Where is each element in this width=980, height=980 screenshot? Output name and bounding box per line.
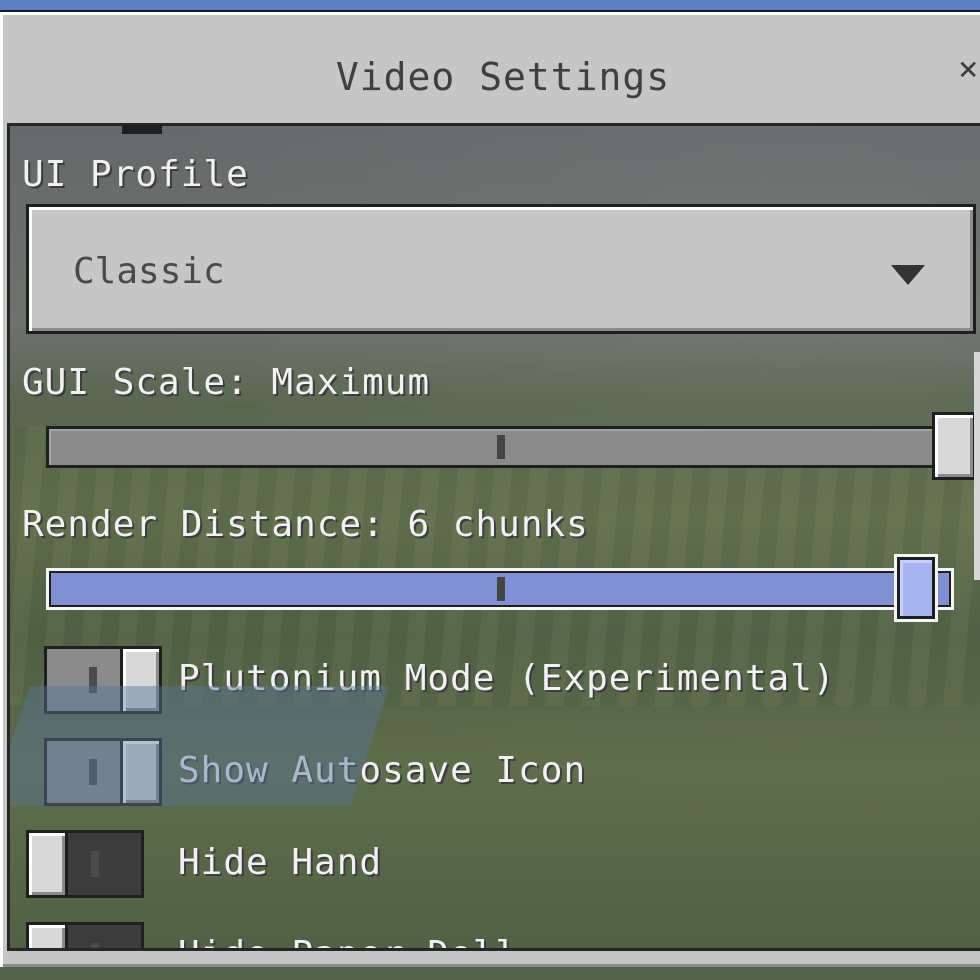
dropdown-arrow-icon (891, 265, 925, 285)
dialog-title: Video Settings (335, 55, 671, 99)
show-autosave-icon-label: Show Autosave Icon (178, 750, 587, 791)
render-distance-slider-track[interactable] (46, 568, 954, 610)
render-distance-label: Render Distance: 6 chunks (22, 504, 589, 545)
settings-scroll-area[interactable]: UI Profile Classic GUI Scale: Maximum Re… (7, 123, 980, 951)
hide-paper-doll-toggle[interactable] (26, 922, 144, 948)
toggle-mark (89, 759, 97, 785)
settings-scrollbar[interactable] (974, 352, 980, 580)
partial-control-handle (122, 126, 162, 134)
ui-profile-label: UI Profile (22, 154, 249, 195)
gui-scale-slider-handle[interactable] (932, 412, 976, 480)
toggle-knob[interactable] (120, 646, 162, 714)
hide-hand-label: Hide Hand (178, 842, 383, 883)
ui-profile-value: Classic (73, 251, 225, 292)
close-icon[interactable]: × (958, 49, 978, 89)
video-settings-screen: Video Settings × UI Profile Classic GUI … (0, 0, 980, 980)
toggle-knob[interactable] (26, 922, 68, 948)
toggle-knob[interactable] (120, 738, 162, 806)
gui-scale-label: GUI Scale: Maximum (22, 362, 431, 403)
top-background-strip (0, 0, 980, 12)
plutonium-mode-label: Plutonium Mode (Experimental) (178, 658, 836, 699)
gui-scale-slider-tick (497, 435, 505, 459)
show-autosave-icon-toggle[interactable] (44, 738, 162, 806)
render-distance-slider-tick (497, 577, 505, 601)
render-distance-slider-handle[interactable] (894, 554, 938, 622)
toggle-mark (89, 667, 97, 693)
toggle-knob[interactable] (26, 830, 68, 898)
gui-scale-slider-track[interactable] (46, 426, 936, 468)
toggle-mark (91, 943, 99, 948)
hide-hand-toggle[interactable] (26, 830, 144, 898)
plutonium-mode-toggle[interactable] (44, 646, 162, 714)
settings-dialog: Video Settings × UI Profile Classic GUI … (0, 12, 980, 967)
hide-paper-doll-label: Hide Paper Doll (178, 934, 518, 948)
ui-profile-dropdown[interactable]: Classic (26, 204, 976, 334)
toggle-mark (91, 851, 99, 877)
